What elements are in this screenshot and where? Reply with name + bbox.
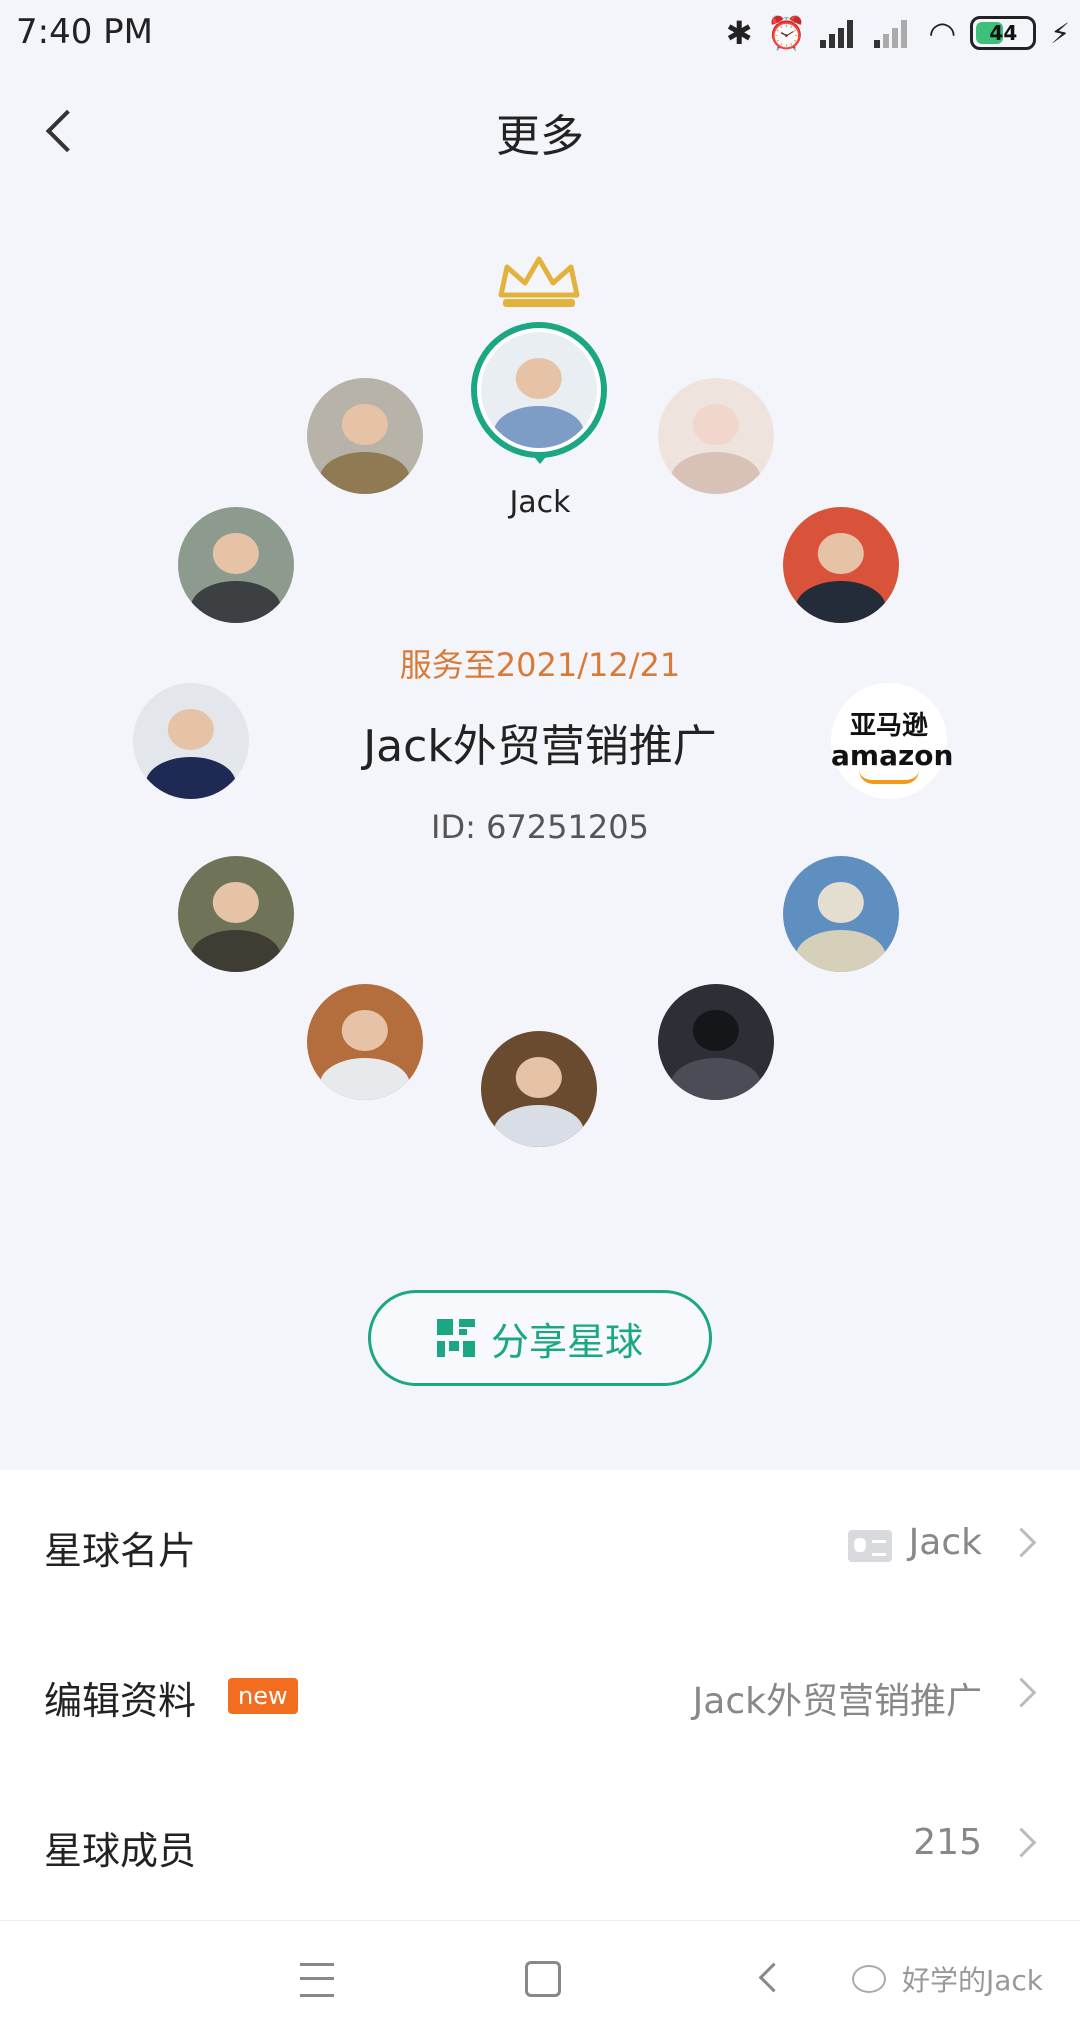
battery-icon: 44 — [970, 16, 1037, 50]
member-avatar[interactable] — [307, 984, 423, 1100]
menu-icon[interactable] — [300, 1963, 334, 1997]
watermark: 好学的Jack — [902, 1964, 1044, 1997]
share-planet-label: 分享星球 — [490, 1319, 643, 1364]
status-bar: 7:40 PM ✱ ⏰ ◠ 44 ⚡ — [0, 0, 1080, 70]
owner-name: Jack — [509, 485, 571, 520]
member-avatar[interactable] — [307, 378, 423, 494]
group-name: Jack外贸营销推广 — [363, 721, 717, 772]
charging-icon: ⚡ — [1050, 16, 1070, 50]
status-time: 7:40 PM — [16, 12, 153, 52]
member-avatar[interactable] — [481, 1031, 597, 1147]
signal-hd-icon — [874, 18, 914, 48]
crown-icon — [498, 256, 580, 307]
member-avatar[interactable] — [783, 856, 899, 972]
edit-profile-label: 编辑资料 — [44, 1679, 197, 1723]
signal-icon — [820, 18, 860, 48]
member-avatar[interactable] — [658, 378, 774, 494]
chevron-right-icon — [1006, 1527, 1037, 1558]
planet-members-count: 215 — [913, 1822, 982, 1863]
chevron-right-icon — [1006, 1677, 1037, 1708]
owner-pointer — [530, 452, 550, 464]
system-back-icon[interactable] — [758, 1962, 789, 1993]
service-expire-date: 服务至2021/12/21 — [399, 646, 681, 684]
new-badge: new — [228, 1678, 298, 1714]
owner-avatar[interactable] — [471, 322, 607, 458]
alarm-icon: ⏰ — [766, 14, 807, 52]
planet-card-label: 星球名片 — [44, 1529, 197, 1573]
list-item-planet-members[interactable]: 星球成员 215 — [0, 1770, 1080, 1920]
bluetooth-icon: ✱ — [725, 14, 753, 52]
qr-code-icon — [436, 1319, 475, 1357]
list-item-planet-card[interactable]: 星球名片 Jack — [0, 1470, 1080, 1620]
chevron-right-icon — [1006, 1827, 1037, 1858]
system-nav-bar: 好学的Jack — [0, 1920, 1080, 2041]
wechat-icon — [852, 1965, 886, 1993]
planet-members-label: 星球成员 — [44, 1829, 197, 1873]
group-id: ID: 67251205 — [431, 808, 649, 846]
wifi-icon: ◠ — [928, 14, 957, 52]
page-title: 更多 — [496, 111, 584, 162]
status-icons: ✱ ⏰ ◠ 44 ⚡ — [726, 10, 1070, 56]
planet-card-value: Jack — [908, 1522, 982, 1563]
id-card-icon — [848, 1530, 892, 1562]
member-avatar[interactable] — [783, 507, 899, 623]
edit-profile-value: Jack外贸营销推广 — [692, 1681, 982, 1722]
home-icon[interactable] — [525, 1961, 561, 1997]
share-planet-button[interactable]: 分享星球 — [368, 1290, 712, 1386]
member-avatar[interactable] — [178, 856, 294, 972]
settings-list: 星球名片 Jack 编辑资料 new Jack外贸营销推广 星球成员 215 — [0, 1470, 1080, 1920]
list-item-edit-profile[interactable]: 编辑资料 new Jack外贸营销推广 — [0, 1620, 1080, 1770]
member-avatar[interactable] — [658, 984, 774, 1100]
member-avatar[interactable] — [178, 507, 294, 623]
nav-bar: 更多 — [0, 80, 1080, 180]
